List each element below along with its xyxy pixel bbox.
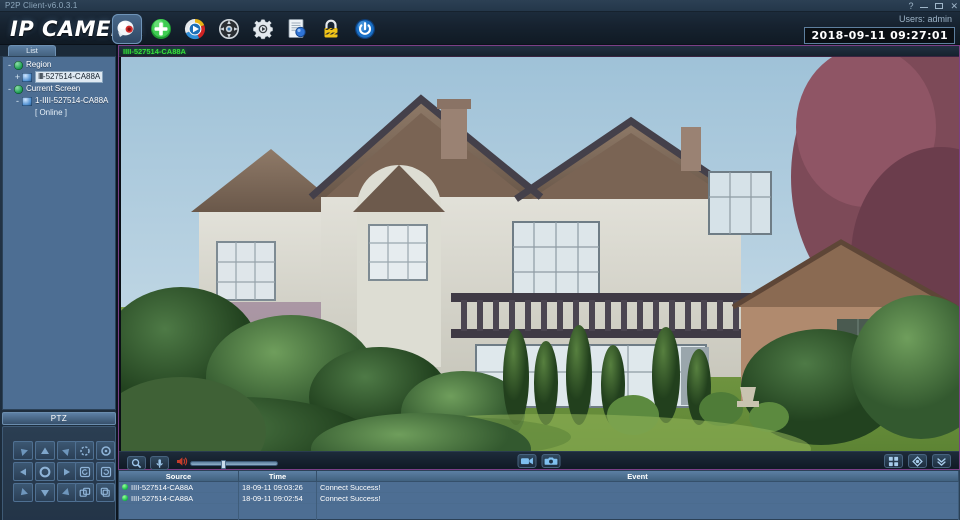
down-right-arrow-icon[interactable] [57, 483, 77, 502]
app-title: P2P Client-v6.0.3.1 [5, 1, 78, 10]
datetime-display: 2018-09-11 09:27:01 [804, 27, 955, 44]
tree-label-selected: IIII-527514-CA88A [35, 71, 103, 83]
event-source-text: IIII-527514-CA88A [131, 482, 193, 493]
event-source-text: IIII-527514-CA88A [131, 493, 193, 504]
tab-list[interactable]: List [8, 45, 56, 56]
ptz-control-panel [2, 426, 116, 520]
event-log-panel: Source Time Event IIII-527514-CA88A 18-0… [118, 470, 960, 520]
zoom-out-icon[interactable] [96, 441, 115, 460]
single-layout-icon[interactable] [908, 454, 927, 468]
digital-zoom-icon[interactable] [127, 456, 146, 470]
down-arrow-icon[interactable] [35, 483, 55, 502]
globe-icon [14, 61, 23, 70]
up-left-arrow-icon[interactable] [13, 441, 33, 460]
ptz-wheel-icon[interactable] [214, 14, 244, 44]
snapshot-icon[interactable] [542, 454, 561, 468]
event-time-cell: 18-09-11 09:03:26 [239, 482, 317, 493]
event-message-cell: Connect Success! [317, 482, 959, 493]
up-arrow-icon[interactable] [35, 441, 55, 460]
camera-node-icon [22, 97, 32, 106]
column-header-source[interactable]: Source [119, 471, 239, 481]
main-toolbar [112, 14, 380, 44]
more-layout-icon[interactable] [932, 454, 951, 468]
device-config-icon[interactable] [282, 14, 312, 44]
up-right-arrow-icon[interactable] [57, 441, 77, 460]
tree-node-current-screen[interactable]: - Current Screen [3, 83, 115, 95]
video-toolbar [119, 451, 959, 469]
status-dot-icon [122, 484, 128, 490]
column-header-time[interactable]: Time [239, 471, 317, 481]
video-stream-view[interactable] [121, 57, 959, 451]
tree-label: Region [26, 59, 51, 71]
sidebar-tabstrip: List [0, 45, 116, 56]
add-icon[interactable] [146, 14, 176, 44]
microphone-icon[interactable] [150, 456, 169, 470]
event-source-cell: IIII-527514-CA88A [119, 482, 239, 493]
ptz-function-pad [75, 441, 115, 502]
title-bar: P2P Client-v6.0.3.1 ? ✕ [0, 0, 960, 12]
playback-icon[interactable] [180, 14, 210, 44]
auto-scan-icon[interactable] [35, 462, 55, 481]
tree-label: Current Screen [26, 83, 80, 95]
power-icon[interactable] [350, 14, 380, 44]
left-arrow-icon[interactable] [13, 462, 33, 481]
user-label: Users: admin [899, 14, 952, 24]
sidebar: List - Region + IIII-527514-CA88A - Curr… [0, 45, 118, 520]
gear-icon[interactable] [248, 14, 278, 44]
ip-camera-client-window: P2P Client-v6.0.3.1 ? ✕ IP CAMERA [0, 0, 960, 520]
right-arrow-icon[interactable] [57, 462, 77, 481]
event-source-cell: IIII-527514-CA88A [119, 493, 239, 504]
status-badge: [ Online ] [35, 107, 67, 119]
video-channel-titlebar: IIII-527514-CA88A [119, 46, 959, 57]
expander-icon[interactable]: + [13, 71, 22, 83]
event-time-cell: 18-09-11 09:02:54 [239, 493, 317, 504]
focus-far-icon[interactable] [96, 462, 115, 481]
video-panel: IIII-527514-CA88A [118, 45, 960, 470]
focus-near-icon[interactable] [75, 462, 94, 481]
tree-label: 1-IIII-527514-CA88A [35, 95, 108, 107]
tree-node-region[interactable]: - Region [3, 59, 115, 71]
minimize-button[interactable] [920, 0, 928, 12]
volume-slider[interactable] [190, 461, 278, 466]
expander-icon[interactable]: - [5, 59, 14, 71]
lock-icon[interactable] [316, 14, 346, 44]
video-channel-title: IIII-527514-CA88A [123, 47, 186, 56]
down-left-arrow-icon[interactable] [13, 483, 33, 502]
device-tree[interactable]: - Region + IIII-527514-CA88A - Current S… [2, 56, 116, 410]
column-header-event[interactable]: Event [317, 471, 959, 481]
signal-bars-icon: IIII [38, 72, 43, 82]
window-controls: ? ✕ [908, 0, 958, 12]
tree-node-channel-1[interactable]: - 1-IIII-527514-CA88A [3, 95, 115, 107]
event-log-empty-row [119, 515, 959, 520]
ptz-section-header[interactable]: PTZ [2, 412, 116, 425]
close-button[interactable]: ✕ [950, 0, 958, 12]
volume-slider-handle[interactable] [221, 460, 226, 469]
tree-label-text: 527514-CA88A [46, 72, 101, 81]
expander-icon[interactable]: - [5, 83, 14, 95]
table-row[interactable]: IIII-527514-CA88A 18-09-11 09:03:26 Conn… [119, 482, 959, 493]
camera-node-icon [22, 73, 32, 82]
iris-close-icon[interactable] [96, 483, 115, 502]
app-header: IP CAMERA [0, 12, 960, 45]
tree-node-online-status: [ Online ] [3, 107, 115, 119]
quad-layout-icon[interactable] [884, 454, 903, 468]
event-log-empty-row [119, 504, 959, 515]
help-button[interactable]: ? [908, 0, 913, 12]
camera-icon[interactable] [112, 14, 142, 44]
record-icon[interactable] [518, 454, 537, 468]
tree-node-device-527514[interactable]: + IIII-527514-CA88A [3, 71, 115, 83]
video-toolbar-center [518, 454, 561, 468]
expander-icon[interactable]: - [13, 95, 22, 107]
event-log-header: Source Time Event [119, 471, 959, 482]
globe-icon [14, 85, 23, 94]
zoom-in-icon[interactable] [75, 441, 94, 460]
iris-open-icon[interactable] [75, 483, 94, 502]
status-dot-icon [122, 495, 128, 501]
maximize-button[interactable] [935, 0, 943, 12]
table-row[interactable]: IIII-527514-CA88A 18-09-11 09:02:54 Conn… [119, 493, 959, 504]
event-message-cell: Connect Success! [317, 493, 959, 504]
video-toolbar-right [884, 454, 951, 468]
ptz-direction-pad [13, 441, 77, 502]
